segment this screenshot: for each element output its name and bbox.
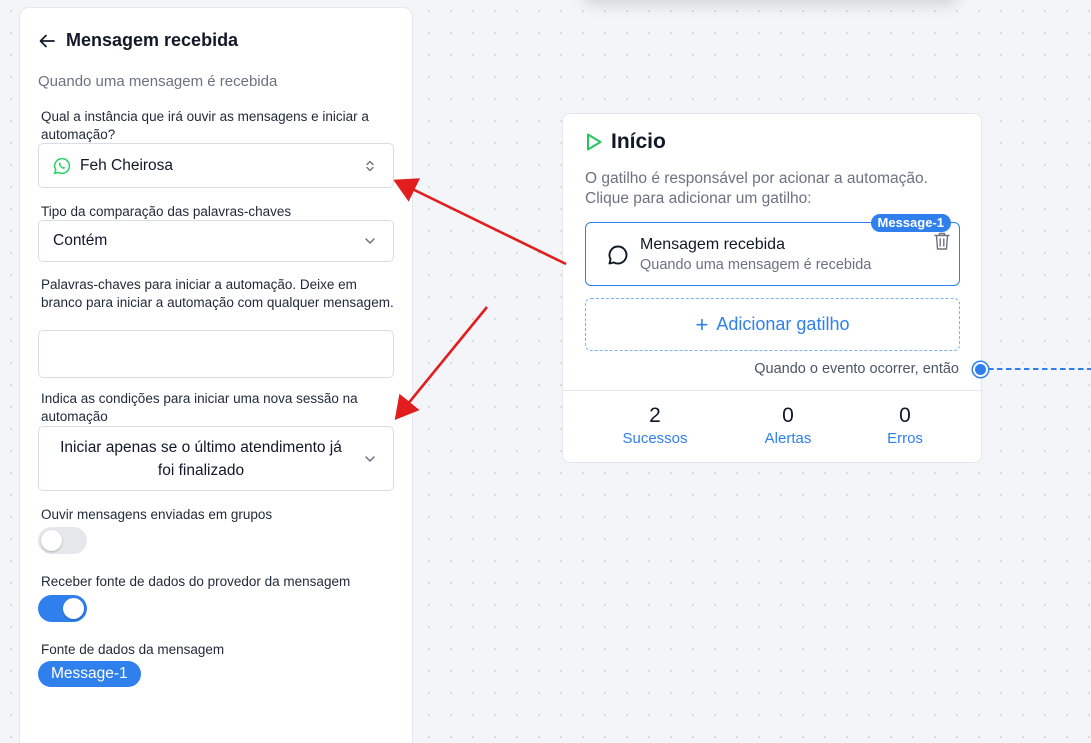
instance-value: Feh Cheirosa	[80, 156, 174, 174]
groups-toggle[interactable]	[38, 527, 87, 554]
trigger-item[interactable]: Message-1 Mensagem recebida Quando uma m…	[585, 214, 960, 286]
toggle-knob	[63, 598, 84, 619]
keywords-label: Palavras-chaves para iniciar a automação…	[41, 277, 394, 310]
add-trigger-label: Adicionar gatilho	[716, 314, 850, 334]
data-source-pill[interactable]: Message-1	[38, 661, 141, 687]
stat-value: 0	[899, 404, 911, 427]
trigger-title: Mensagem recebida	[640, 236, 785, 253]
chevron-down-icon	[365, 238, 375, 244]
session-label: Indica as condições para iniciar uma nov…	[41, 391, 358, 424]
comparison-value: Contém	[53, 232, 108, 249]
annotation-arrow	[393, 178, 567, 266]
chevron-up-down-icon	[366, 160, 374, 171]
card-divider	[563, 390, 981, 391]
arrow-left-icon[interactable]	[38, 32, 56, 50]
provider-data-toggle[interactable]	[38, 595, 87, 622]
event-connector-label: Quando o evento ocorrer, então	[754, 361, 959, 377]
whatsapp-icon	[53, 157, 71, 174]
plus-icon: +	[695, 311, 709, 337]
connector-dashed-line	[988, 368, 1091, 370]
stat-value: 0	[782, 404, 794, 427]
start-node-card[interactable]: Início O gatilho é responsável por acion…	[562, 113, 982, 463]
chat-bubble-icon	[608, 245, 628, 265]
panel-subtitle: Quando uma mensagem é recebida	[38, 73, 278, 90]
toggle-knob	[41, 530, 62, 551]
trigger-badge: Message-1	[870, 214, 951, 232]
instance-select[interactable]: Feh Cheirosa	[38, 143, 394, 188]
stat-value: 2	[649, 404, 661, 427]
comparison-select[interactable]: Contém	[38, 220, 394, 262]
stat-label: Erros	[887, 430, 923, 447]
stat-successes[interactable]: 2 Sucessos	[600, 404, 710, 447]
output-connector-handle[interactable]	[973, 362, 988, 377]
card-title: Início	[611, 130, 666, 153]
session-condition-value: Iniciar apenas se o último atendimento j…	[60, 438, 342, 479]
trigger-settings-panel: Mensagem recebida Quando uma mensagem é …	[19, 7, 413, 743]
panel-title: Mensagem recebida	[66, 30, 239, 50]
card-header: Início	[585, 130, 666, 154]
panel-header: Mensagem recebida	[38, 30, 238, 51]
stat-label: Sucessos	[622, 430, 688, 447]
stat-label: Alertas	[764, 430, 812, 447]
chevron-down-icon	[365, 455, 375, 462]
session-condition-select[interactable]: Iniciar apenas se o último atendimento j…	[38, 426, 394, 491]
stat-errors[interactable]: 0 Erros	[850, 404, 960, 447]
instance-label: Qual a instância que irá ouvir as mensag…	[41, 109, 369, 142]
trash-icon[interactable]	[933, 231, 951, 251]
comparison-label: Tipo da comparação das palavras-chaves	[41, 204, 292, 219]
trigger-subtitle: Quando uma mensagem é recebida	[640, 257, 872, 273]
keywords-input[interactable]	[38, 330, 394, 378]
stat-alerts[interactable]: 0 Alertas	[733, 404, 843, 447]
play-icon	[587, 133, 602, 151]
groups-toggle-label: Ouvir mensagens enviadas em grupos	[41, 507, 273, 522]
add-trigger-button[interactable]: + Adicionar gatilho	[585, 298, 960, 351]
data-source-label: Fonte de dados da mensagem	[41, 642, 225, 657]
provider-toggle-label: Receber fonte de dados do provedor da me…	[41, 574, 351, 589]
card-description: O gatilho é responsável por acionar a au…	[585, 170, 928, 207]
